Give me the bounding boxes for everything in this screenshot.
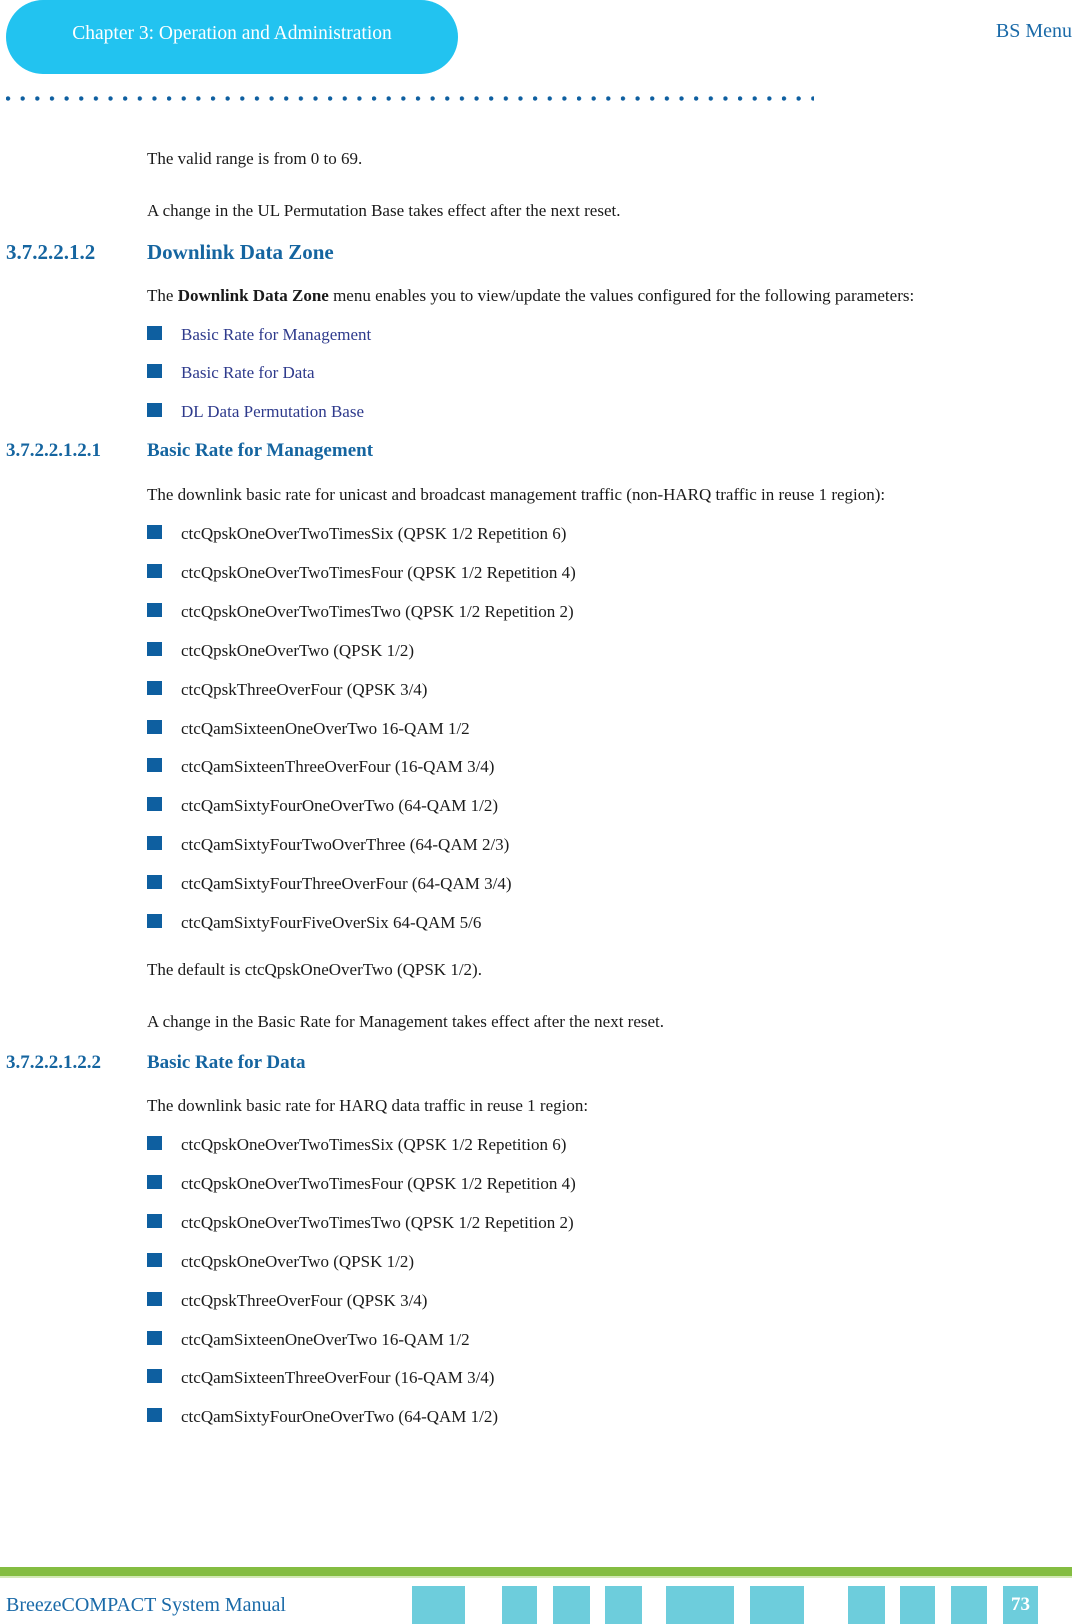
square-bullet-icon (147, 680, 162, 695)
chapter-tab: Chapter 3: Operation and Administration (6, 0, 458, 74)
square-bullet-icon (147, 403, 162, 417)
square-bullet-icon (147, 875, 162, 890)
basic-rate-data-description: The downlink basic rate for HARQ data tr… (147, 1096, 589, 1115)
square-bullet-icon (147, 797, 162, 812)
subsection-number: 3.7.2.2.1.2.2 (6, 1052, 101, 1073)
list-item: ctcQamSixteenOneOverTwo 16-QAM 1/2 (147, 719, 470, 739)
link-basic-rate-data[interactable]: Basic Rate for Data (147, 363, 315, 383)
link-basic-rate-management[interactable]: Basic Rate for Management (147, 325, 371, 345)
list-item: ctcQamSixteenThreeOverFour (16-QAM 3/4) (147, 757, 494, 777)
footer-divider-shadow (0, 1576, 1072, 1578)
footer-divider (0, 1567, 1072, 1576)
list-item: ctcQpskOneOverTwoTimesTwo (QPSK 1/2 Repe… (147, 602, 574, 622)
list-item: ctcQamSixteenOneOverTwo 16-QAM 1/2 (147, 1330, 470, 1350)
footer-decor-block (900, 1586, 935, 1624)
square-bullet-icon (147, 836, 162, 851)
mgmt-reset-note: A change in the Basic Rate for Managemen… (147, 1012, 665, 1031)
list-item: ctcQamSixtyFourOneOverTwo (64-QAM 1/2) (147, 1407, 498, 1427)
menu-name: Downlink Data Zone (177, 286, 329, 305)
dl-data-zone-description: The Downlink Data Zone menu enables you … (147, 286, 915, 305)
footer-decor-block (605, 1586, 642, 1624)
list-item: ctcQpskOneOverTwoTimesTwo (QPSK 1/2 Repe… (147, 1213, 574, 1233)
list-item: ctcQpskOneOverTwoTimesFour (QPSK 1/2 Rep… (147, 563, 576, 583)
square-bullet-icon (147, 326, 162, 340)
square-bullet-icon (147, 602, 162, 617)
square-bullet-icon (147, 1213, 162, 1228)
list-item: ctcQamSixtyFourTwoOverThree (64-QAM 2/3) (147, 835, 509, 855)
footer-decor-block (666, 1586, 734, 1624)
square-bullet-icon (147, 1330, 162, 1345)
square-bullet-icon (147, 914, 162, 928)
footer-decor-block (553, 1586, 590, 1624)
square-bullet-icon (147, 758, 162, 773)
basic-rate-mgmt-description: The downlink basic rate for unicast and … (147, 485, 886, 504)
section-header: BS Menu (995, 20, 1072, 42)
dotted-divider (6, 96, 814, 101)
square-bullet-icon (147, 1252, 162, 1267)
list-item: ctcQpskOneOverTwoTimesSix (QPSK 1/2 Repe… (147, 524, 566, 544)
list-item: ctcQamSixteenThreeOverFour (16-QAM 3/4) (147, 1368, 494, 1388)
square-bullet-icon (147, 525, 162, 539)
footer-decor-block (502, 1586, 537, 1624)
square-bullet-icon (147, 1136, 162, 1150)
list-item: ctcQpskOneOverTwo (QPSK 1/2) (147, 641, 414, 661)
square-bullet-icon (147, 641, 162, 656)
default-text: The default is ctcQpskOneOverTwo (QPSK 1… (147, 960, 482, 979)
list-item: ctcQpskThreeOverFour (QPSK 3/4) (147, 1291, 427, 1311)
footer-decor-block (848, 1586, 885, 1624)
list-item: ctcQamSixtyFourFiveOverSix 64-QAM 5/6 (147, 913, 481, 933)
page-number: 73 (1003, 1586, 1038, 1624)
square-bullet-icon (147, 1174, 162, 1189)
list-item: ctcQpskThreeOverFour (QPSK 3/4) (147, 680, 427, 700)
ul-reset-note: A change in the UL Permutation Base take… (147, 201, 621, 220)
square-bullet-icon (147, 1291, 162, 1306)
list-item: ctcQpskOneOverTwo (QPSK 1/2) (147, 1252, 414, 1272)
square-bullet-icon (147, 719, 162, 734)
list-item: ctcQamSixtyFourOneOverTwo (64-QAM 1/2) (147, 796, 498, 816)
square-bullet-icon (147, 1408, 162, 1423)
footer-decor-block (412, 1586, 465, 1624)
square-bullet-icon (147, 563, 162, 578)
footer-decor-block (951, 1586, 987, 1624)
footer-decor-block (750, 1586, 804, 1624)
subsection-title: Basic Rate for Data (147, 1052, 306, 1073)
subsection-title: Basic Rate for Management (147, 440, 374, 461)
square-bullet-icon (147, 364, 162, 378)
list-item: ctcQpskOneOverTwoTimesFour (QPSK 1/2 Rep… (147, 1174, 576, 1194)
valid-range-text: The valid range is from 0 to 69. (147, 149, 363, 168)
chapter-title: Chapter 3: Operation and Administration (72, 23, 392, 44)
subsection-number: 3.7.2.2.1.2.1 (6, 440, 101, 461)
list-item: ctcQpskOneOverTwoTimesSix (QPSK 1/2 Repe… (147, 1135, 566, 1155)
manual-title: BreezeCOMPACT System Manual (6, 1594, 286, 1616)
square-bullet-icon (147, 1369, 162, 1384)
list-item: ctcQamSixtyFourThreeOverFour (64-QAM 3/4… (147, 874, 512, 894)
section-title: Downlink Data Zone (147, 240, 334, 264)
link-dl-data-permutation-base[interactable]: DL Data Permutation Base (147, 402, 364, 422)
section-number: 3.7.2.2.1.2 (6, 240, 96, 264)
